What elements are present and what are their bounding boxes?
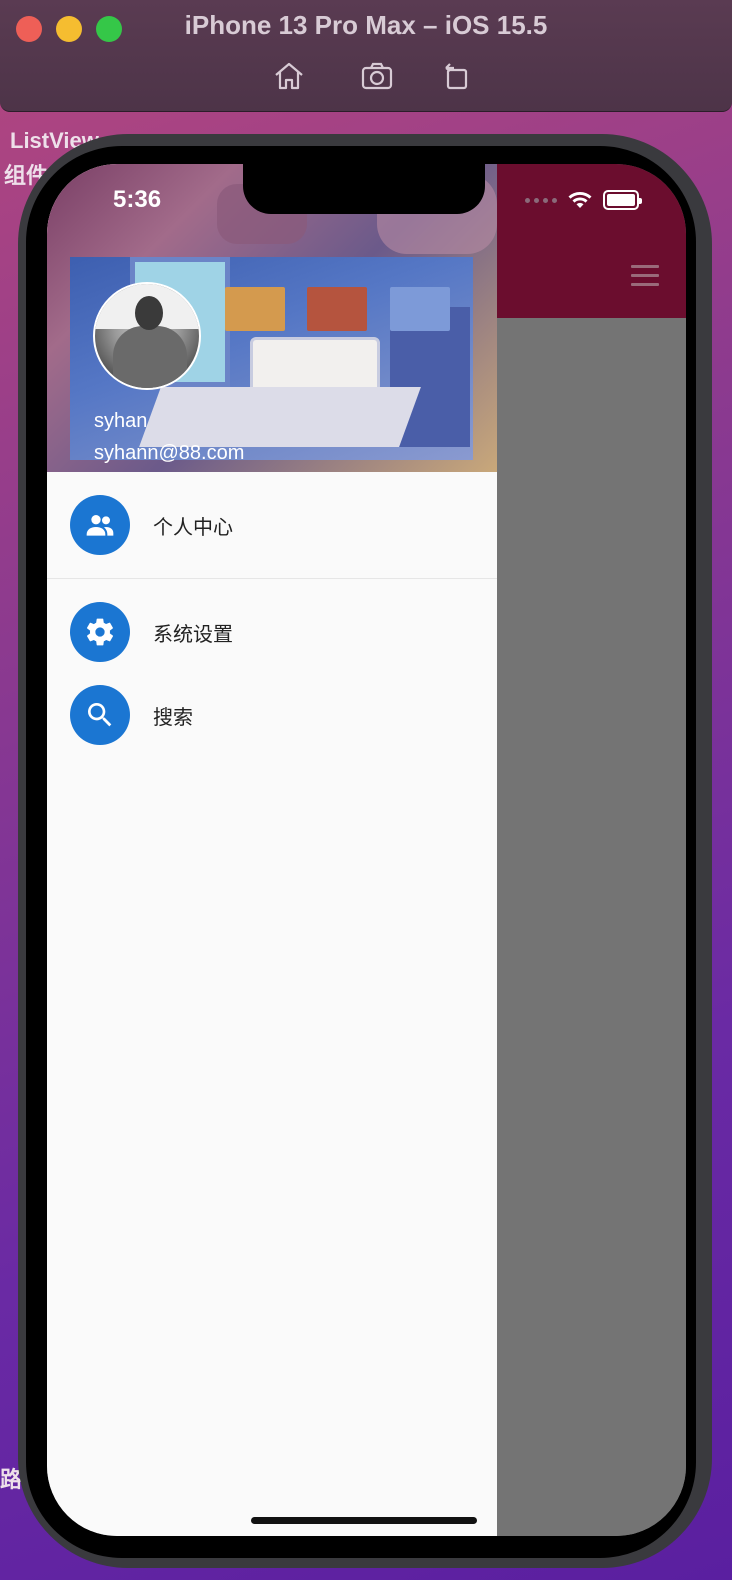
drawer-item-settings[interactable]: 系统设置 — [47, 592, 497, 672]
divider — [47, 578, 497, 579]
screenshot-icon[interactable] — [360, 60, 394, 92]
account-email: syhann@88.com — [94, 442, 245, 464]
drawer-item-label: 个人中心 — [153, 515, 233, 539]
battery-icon — [603, 190, 642, 210]
status-time: 5:36 — [113, 186, 162, 213]
signal-icon — [525, 197, 557, 203]
drawer-item-profile[interactable]: 个人中心 — [47, 485, 497, 565]
people-icon — [70, 495, 130, 555]
avatar[interactable] — [93, 282, 201, 390]
status-indicators — [525, 188, 642, 212]
thumbnail-image — [225, 287, 285, 331]
rotate-icon[interactable] — [440, 60, 474, 92]
menu-icon[interactable] — [631, 265, 659, 287]
simulator-title: iPhone 13 Pro Max – iOS 15.5 — [184, 10, 548, 40]
settings-icon — [70, 602, 130, 662]
thumbnail-image — [307, 287, 367, 331]
thumbnail-image — [390, 287, 450, 331]
drawer-item-search[interactable]: 搜索 — [47, 675, 497, 755]
drawer-item-label: 搜索 — [153, 705, 193, 729]
notch — [243, 164, 485, 214]
search-icon — [70, 685, 130, 745]
phone-screen: syhan syhann@88.com 个人中心 系统设置 搜索 5:36 — [47, 164, 686, 1536]
home-indicator[interactable] — [251, 1517, 477, 1524]
home-icon[interactable] — [272, 60, 306, 92]
wifi-icon — [568, 192, 592, 208]
navigation-drawer: syhan syhann@88.com 个人中心 系统设置 搜索 — [47, 164, 497, 1536]
account-name: syhan — [94, 410, 148, 432]
simulator-titlebar: iPhone 13 Pro Max – iOS 15.5 — [0, 0, 732, 112]
drawer-item-label: 系统设置 — [153, 622, 233, 646]
